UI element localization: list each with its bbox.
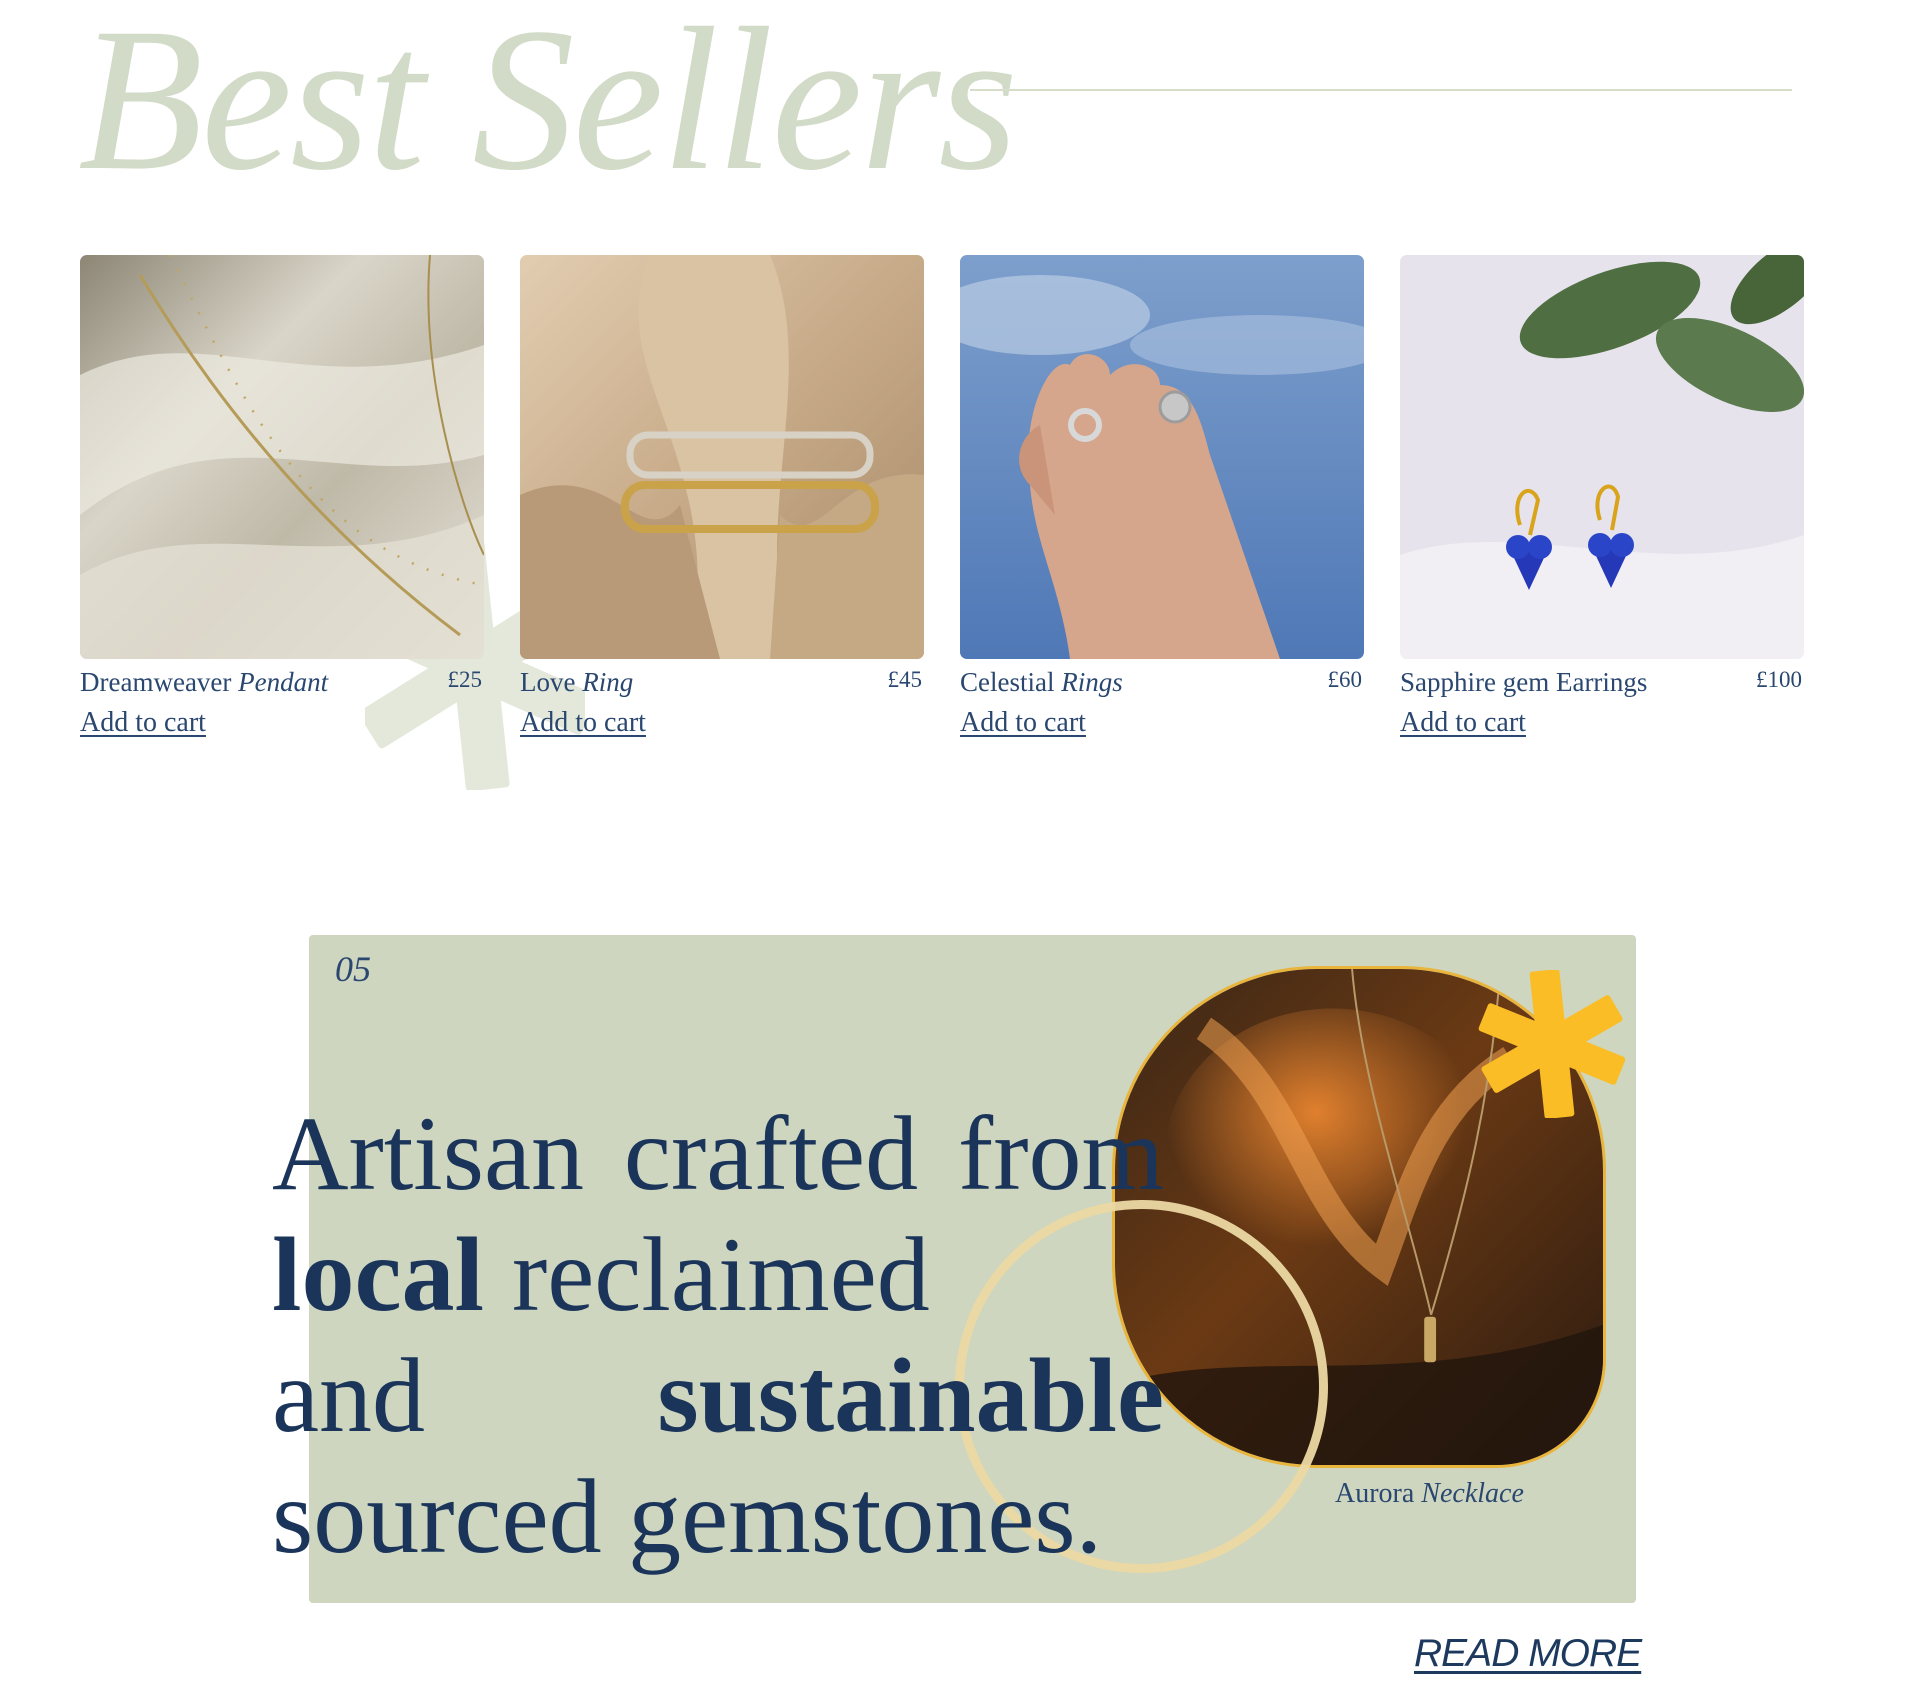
product-price: £100 [1756, 667, 1802, 692]
headline-word: crafted [623, 1095, 919, 1212]
add-to-cart-link[interactable]: Add to cart [960, 707, 1086, 739]
feature-headline: Artisan crafted from local reclaimed and… [272, 1093, 1164, 1577]
product-image-ring[interactable] [520, 255, 924, 659]
read-more-link[interactable]: READ MORE [1414, 1632, 1642, 1676]
product-name: Celestial Rings [960, 667, 1123, 697]
add-to-cart-link[interactable]: Add to cart [80, 707, 206, 739]
section-title: Best Sellers [78, 0, 1018, 213]
product-name: Sapphire gem Earrings [1400, 667, 1648, 697]
feature-number: 05 [335, 949, 371, 989]
product-image-earrings[interactable] [1400, 255, 1804, 659]
product-card[interactable]: Celestial Rings £60 Add to cart [960, 255, 1364, 739]
headline-word: and [272, 1337, 426, 1454]
headline-bold-word: sustainable [657, 1337, 1164, 1454]
product-card[interactable]: Love Ring £45 Add to cart [520, 255, 924, 739]
product-image-rings[interactable] [960, 255, 1364, 659]
product-price: £45 [887, 667, 923, 692]
headline-word: Artisan [272, 1095, 585, 1212]
product-price: £60 [1327, 667, 1363, 692]
headline-bold-word: local [272, 1216, 484, 1333]
product-card[interactable]: Sapphire gem Earrings £100 Add to cart [1400, 255, 1804, 739]
product-name: Dreamweaver Pendant [80, 667, 329, 697]
add-to-cart-link[interactable]: Add to cart [520, 707, 646, 739]
headline-word: from [957, 1095, 1164, 1212]
title-divider [970, 89, 1792, 91]
product-image-pendant[interactable] [80, 255, 484, 659]
product-name: Love Ring [520, 667, 634, 697]
asterisk-icon [1478, 970, 1625, 1118]
headline-word: sourced gemstones. [272, 1458, 1103, 1575]
headline-word: reclaimed [511, 1216, 930, 1333]
product-card[interactable]: Dreamweaver Pendant £25 Add to cart [80, 255, 484, 739]
feature-caption: Aurora Necklace [1335, 1478, 1524, 1509]
add-to-cart-link[interactable]: Add to cart [1400, 707, 1526, 739]
product-price: £25 [447, 667, 483, 692]
